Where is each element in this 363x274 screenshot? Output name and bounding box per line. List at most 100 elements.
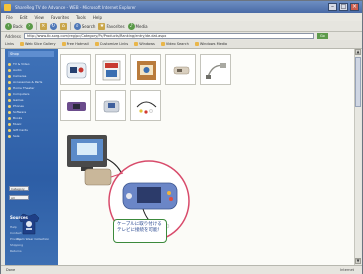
link-item[interactable]: Windows [134, 42, 155, 46]
footer-link[interactable]: Help [10, 225, 54, 229]
menu-help[interactable]: Help [93, 15, 102, 20]
back-arrow-icon: ‹ [5, 22, 12, 30]
maximize-icon[interactable]: □ [339, 3, 348, 11]
address-bar: Address http://www.tb.sorg.com/reg/pc/Ca… [1, 32, 362, 40]
media-button[interactable]: ♪ Media [127, 22, 148, 30]
browser-window: ShareReg TV de Advance - WEB - Microsoft… [0, 0, 363, 274]
address-input[interactable]: http://www.tb.sorg.com/reg/pc/Category/P… [23, 33, 314, 39]
favorites-label: Favorites [106, 23, 125, 29]
sidebar-item-label: Phones [13, 104, 24, 108]
link-item[interactable]: Video Search [160, 42, 189, 46]
footer-link[interactable]: Privacy [10, 237, 54, 241]
product-thumbnail[interactable] [95, 90, 126, 121]
navigation-toolbar: ‹ Back › × ↻ ⌂ ⌕ Search ★ Favorites ♪ Me… [1, 21, 362, 32]
product-thumbnail[interactable] [130, 90, 161, 121]
handheld-image [103, 100, 120, 113]
link-label: Windows [139, 42, 155, 46]
go-button[interactable]: Go [316, 33, 328, 39]
link-item[interactable]: Free Hotmail [61, 42, 89, 46]
stop-icon: × [39, 22, 47, 30]
sidebar-item-label: TV & Video [13, 62, 30, 66]
product-thumbnail[interactable] [95, 54, 126, 85]
bullet-icon [8, 62, 11, 66]
sidebar-item-label: Accessories & Parts [13, 80, 43, 84]
stop-button[interactable]: × [39, 22, 47, 30]
link-label: Windows Media [199, 42, 228, 46]
bullet-icon [8, 110, 11, 114]
left-sidebar: Shop TV & Video Audio Cameras Accessorie… [5, 49, 58, 265]
bullet-icon [8, 104, 11, 108]
product-thumbnail[interactable] [60, 90, 91, 121]
page-content: ケーブルに取り付けるテレビに接続を可能！ [58, 49, 354, 265]
sidebar-item-label: Home Theater [13, 86, 35, 90]
title-bar[interactable]: ShareReg TV de Advance - WEB - Microsoft… [1, 1, 362, 13]
feature-callout: ケーブルに取り付けるテレビに接続を可能！ [113, 219, 167, 243]
scroll-up-icon[interactable]: ▲ [355, 49, 361, 55]
browser-app-icon [4, 3, 11, 11]
link-page-icon [194, 42, 199, 46]
sources-heading: Sources [10, 215, 28, 220]
product-thumbnail[interactable] [165, 54, 196, 85]
star-icon: ★ [98, 22, 106, 30]
security-zone: Internet [340, 268, 354, 272]
sidebar-item[interactable]: Sale [8, 133, 56, 139]
link-item[interactable]: Windows Media [194, 42, 228, 46]
vertical-scrollbar[interactable]: ▲ ▼ [354, 49, 361, 265]
toolbar-divider [69, 22, 71, 30]
link-page-icon [20, 42, 24, 46]
address-label: Address [5, 33, 21, 39]
refresh-button[interactable]: ↻ [49, 22, 57, 30]
close-icon[interactable]: × [350, 3, 359, 11]
bullet-icon [8, 134, 11, 138]
link-item[interactable]: Customize Links [94, 42, 128, 46]
product-thumbnail[interactable] [200, 54, 231, 85]
link-label: Web Slice Gallery [25, 42, 56, 46]
footer-link[interactable]: Shipping [10, 243, 54, 247]
bullet-icon [8, 92, 11, 96]
accessory-image [173, 66, 190, 75]
menu-tools[interactable]: Tools [76, 15, 86, 20]
sidebar-item-label: Cameras [13, 74, 27, 78]
window-title: ShareReg TV de Advance - WEB - Microsoft… [15, 4, 136, 10]
bullet-icon [8, 116, 11, 120]
menu-bar: File Edit View Favorites Tools Help [1, 13, 362, 21]
menu-edit[interactable]: Edit [20, 15, 28, 20]
scroll-thumb[interactable] [355, 57, 361, 107]
link-item[interactable]: Web Slice Gallery [20, 42, 56, 46]
link-page-icon [134, 42, 139, 46]
cable-adapter-image [206, 63, 226, 79]
links-label: Links [5, 42, 14, 46]
product-thumbnail[interactable] [60, 54, 91, 85]
home-button[interactable]: ⌂ [59, 22, 67, 30]
sidebar-logo[interactable]: Shop [8, 51, 54, 57]
menu-view[interactable]: View [34, 15, 44, 20]
back-button[interactable]: ‹ Back [5, 22, 23, 30]
sidebar-item-label: Software [13, 110, 27, 114]
search-button[interactable]: ⌕ Search [73, 22, 95, 30]
refresh-icon: ↻ [49, 22, 57, 30]
back-label: Back [13, 23, 23, 29]
link-label: Video Search [165, 42, 189, 46]
forward-arrow-icon: › [25, 22, 33, 30]
link-page-icon [160, 42, 165, 46]
footer-link[interactable]: Returns [10, 249, 54, 253]
forward-button[interactable]: › [25, 22, 33, 30]
product-thumbnail[interactable] [130, 54, 161, 85]
favorites-button[interactable]: ★ Favorites [98, 22, 125, 30]
search-icon: ⌕ [73, 22, 81, 30]
bullet-icon [8, 98, 11, 102]
menu-favorites[interactable]: Favorites [51, 15, 69, 20]
category-select[interactable]: Category [9, 186, 29, 191]
bullet-icon [8, 128, 11, 132]
av-cable-image [136, 101, 157, 114]
bullet-icon [8, 122, 11, 126]
sidebar-item-label: Books [13, 116, 23, 120]
footer-link[interactable]: Contact [10, 231, 54, 235]
scroll-down-icon[interactable]: ▼ [355, 258, 361, 264]
scope-select[interactable]: All [9, 195, 29, 200]
menu-file[interactable]: File [6, 15, 13, 20]
link-label: Free Hotmail [66, 42, 89, 46]
minimize-icon[interactable]: – [328, 3, 337, 11]
sidebar-item-label: Sale [13, 134, 20, 138]
sidebar-item-label: Gift Cards [13, 128, 28, 132]
